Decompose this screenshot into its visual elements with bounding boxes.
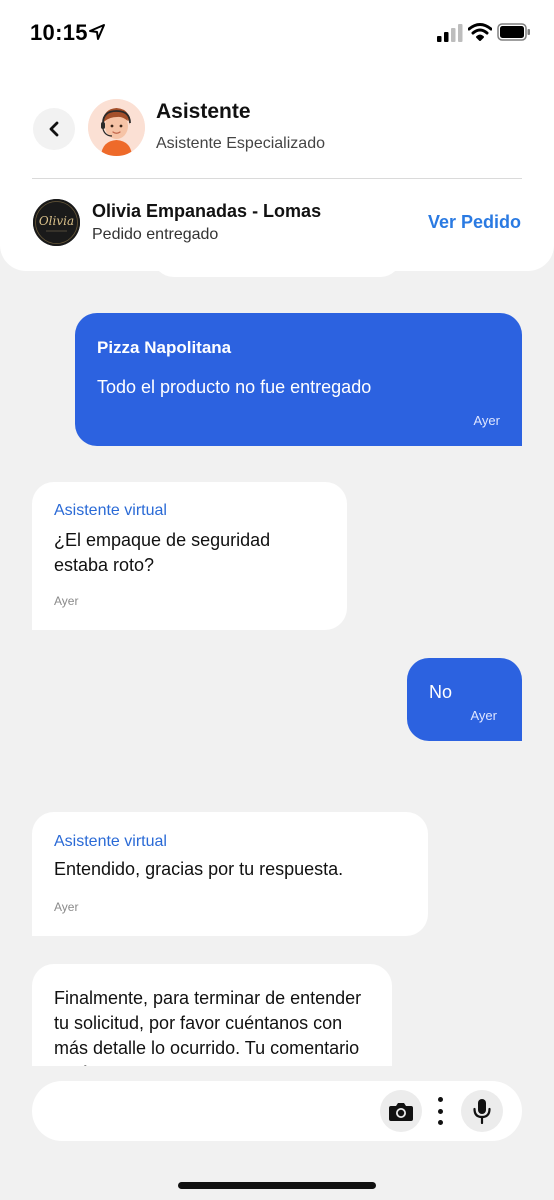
assistant-name: Asistente [156, 100, 251, 123]
message-bubble-outgoing[interactable]: Pizza Napolitana Todo el producto no fue… [75, 313, 522, 446]
more-vertical-icon [437, 1097, 443, 1102]
store-name: Olivia Empanadas - Lomas [92, 201, 322, 221]
message-time: Ayer [473, 413, 501, 428]
location-arrow-icon [89, 24, 105, 40]
message-input-bar[interactable] [32, 1081, 522, 1141]
status-bar: 10:15 [0, 0, 554, 64]
message-sender: Asistente virtual [54, 833, 167, 850]
chevron-left-icon [49, 121, 59, 137]
message-text: Entendido, gracias por tu respuesta. [54, 859, 344, 879]
store-logo-text: Olivia [39, 214, 74, 228]
cellular-signal-icon [437, 24, 463, 42]
back-button[interactable] [33, 108, 75, 150]
order-status: Pedido entregado [92, 226, 219, 243]
message-text: Todo el producto no fue entregado [97, 377, 372, 397]
message-title: Pizza Napolitana [97, 338, 232, 357]
wifi-icon [468, 23, 492, 41]
message-text: No [429, 682, 453, 702]
message-text: ¿El empaque de seguridad estaba roto? [54, 530, 271, 575]
chat-header: Asistente Asistente Especializado Olivia… [0, 64, 554, 271]
message-sender: Asistente virtual [54, 502, 167, 519]
message-text: Finalmente, para terminar de entender tu… [54, 988, 362, 1066]
chat-messages[interactable]: Pizza Napolitana Todo el producto no fue… [0, 271, 554, 1066]
previous-message-bubble [152, 271, 402, 277]
message-bubble-outgoing[interactable]: No Ayer [407, 658, 522, 741]
assistant-avatar [88, 99, 145, 156]
camera-icon [389, 1103, 413, 1121]
more-options-button[interactable] [430, 1094, 450, 1128]
store-logo: Olivia [33, 199, 80, 246]
header-divider [32, 178, 522, 179]
message-bubble-incoming[interactable]: Asistente virtual ¿El empaque de segurid… [32, 482, 347, 630]
camera-button[interactable] [380, 1090, 422, 1132]
message-time: Ayer [54, 594, 79, 608]
microphone-button[interactable] [461, 1090, 503, 1132]
message-bubble-incoming[interactable]: Finalmente, para terminar de entender tu… [32, 964, 392, 1066]
battery-icon [497, 23, 530, 41]
view-order-link[interactable]: Ver Pedido [428, 212, 521, 233]
assistant-role: Asistente Especializado [156, 135, 325, 152]
home-indicator [178, 1182, 376, 1189]
message-time: Ayer [54, 900, 79, 914]
status-time: 10:15 [30, 20, 88, 45]
microphone-icon [473, 1099, 491, 1124]
message-time: Ayer [470, 708, 498, 723]
message-bubble-incoming[interactable]: Asistente virtual Entendido, gracias por… [32, 812, 428, 936]
